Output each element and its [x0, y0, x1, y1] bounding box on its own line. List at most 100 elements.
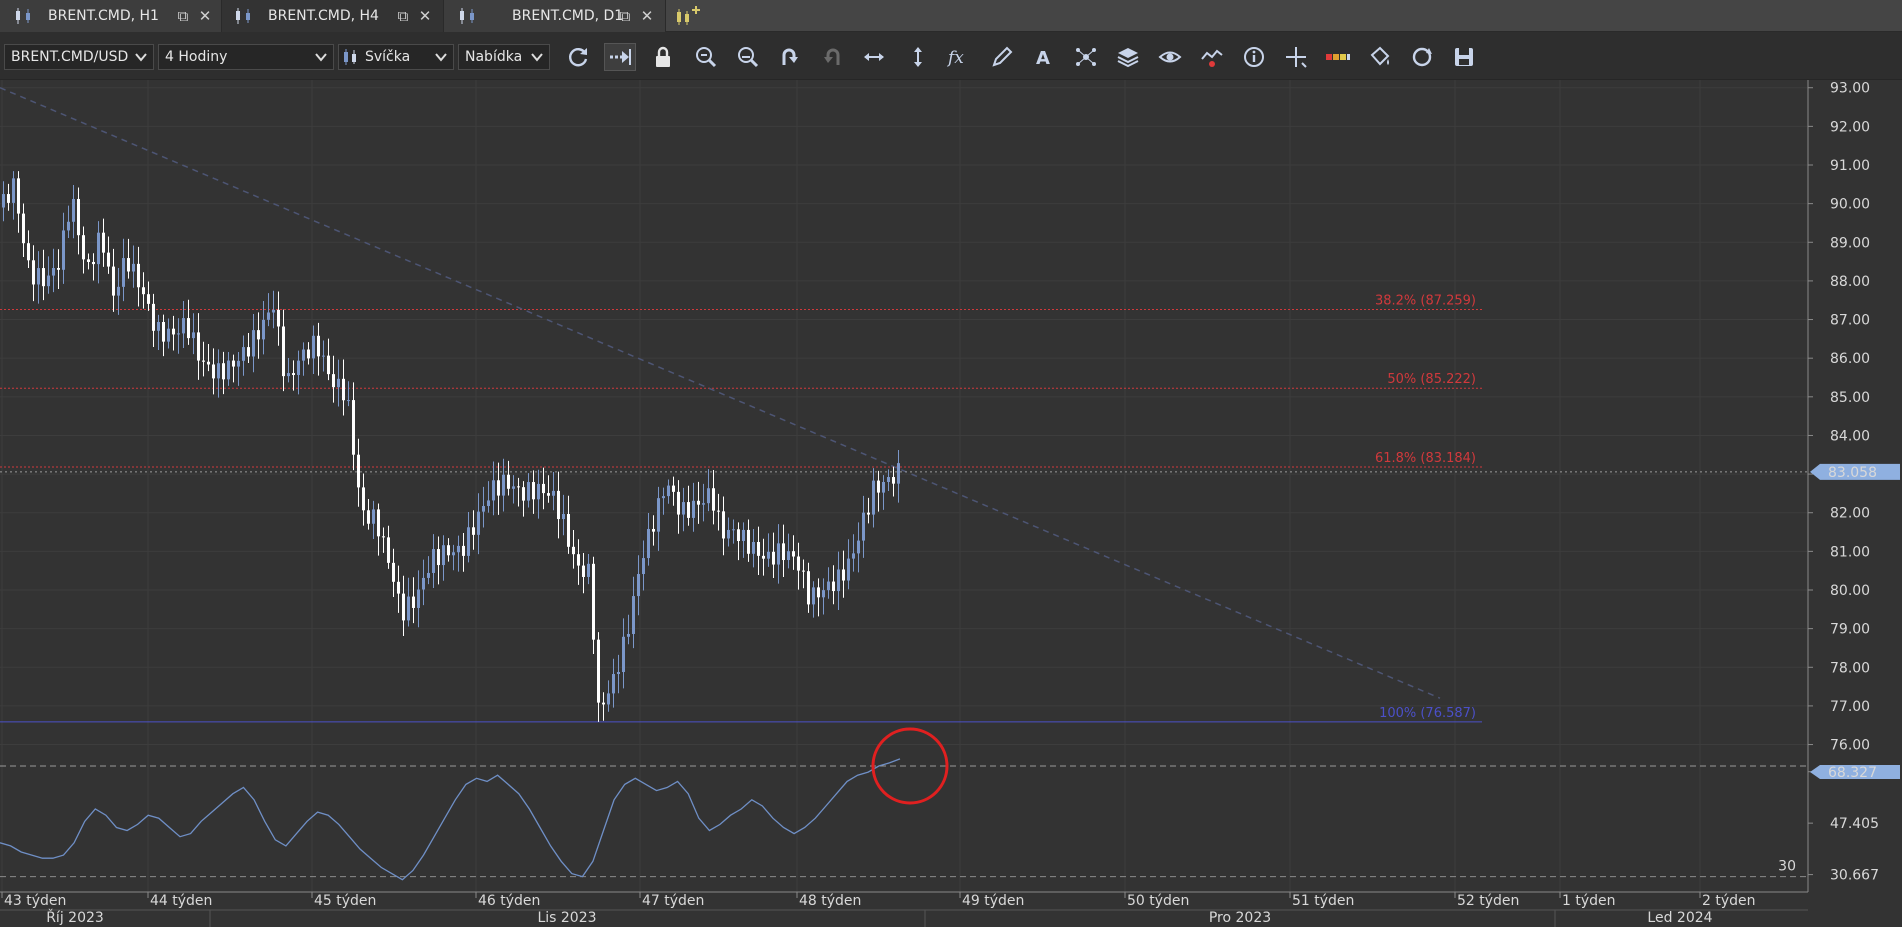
- month-label: Pro 2023: [1209, 910, 1271, 926]
- candle-down: [817, 587, 820, 598]
- close-icon[interactable]: ✕: [416, 7, 434, 25]
- candle-down: [547, 493, 550, 496]
- week-label: 44 týden: [150, 893, 212, 909]
- candle-up: [182, 318, 185, 334]
- candle-down: [412, 596, 415, 608]
- candlestick-icon: [458, 8, 480, 24]
- trend-line[interactable]: [0, 87, 1441, 699]
- close-icon[interactable]: ✕: [196, 7, 214, 25]
- candle-up: [587, 563, 590, 577]
- candle-down: [112, 266, 115, 296]
- candle-up: [457, 545, 460, 553]
- candle-down: [437, 549, 440, 566]
- price-tick-label: 81.00: [1830, 544, 1870, 560]
- candle-down: [387, 537, 390, 563]
- candle-down: [462, 545, 465, 556]
- oscillator-line: [0, 758, 901, 881]
- week-label: 43 týden: [4, 893, 66, 909]
- close-icon[interactable]: ✕: [638, 7, 656, 25]
- candle-down: [722, 511, 725, 539]
- candle-down: [377, 509, 380, 537]
- candle-down: [697, 500, 700, 505]
- popout-icon[interactable]: ⧉: [394, 7, 412, 25]
- pencil-icon[interactable]: [986, 43, 1018, 71]
- candle-up: [227, 360, 230, 380]
- zoom-out-icon[interactable]: [732, 43, 764, 71]
- candle-up: [637, 574, 640, 597]
- zoom-in-icon[interactable]: [690, 43, 722, 71]
- candle-up: [322, 355, 325, 357]
- color-theme-icon[interactable]: [1322, 43, 1354, 71]
- week-label: 49 týden: [962, 893, 1024, 909]
- template-icon[interactable]: [1406, 43, 1438, 71]
- candle-up: [467, 527, 470, 556]
- candle-down: [402, 593, 405, 621]
- price-axis[interactable]: 93.00 92.00 91.00 90.00 89.00 88.00 87.00 86.00…: [1807, 80, 1902, 892]
- pattern-tool-icon[interactable]: [1070, 43, 1102, 71]
- info-icon[interactable]: [1238, 43, 1270, 71]
- eye-icon[interactable]: [1154, 43, 1186, 71]
- candle-down: [282, 326, 285, 377]
- tab-brent-d1[interactable]: BRENT.CMD, D1 ⧉ ✕: [444, 0, 666, 32]
- refresh-icon[interactable]: [562, 43, 594, 71]
- price-tick-label: 86.00: [1830, 351, 1870, 367]
- chart-shift-icon[interactable]: [604, 43, 636, 71]
- candle-down: [532, 482, 535, 500]
- candle-up: [827, 581, 830, 591]
- svg-text:fx: fx: [946, 48, 964, 68]
- vertical-arrows-icon[interactable]: [902, 43, 934, 71]
- candle-down: [307, 349, 310, 359]
- candle-up: [682, 502, 685, 515]
- tab-label: BRENT.CMD, H4: [268, 8, 379, 24]
- redo-icon[interactable]: [816, 43, 848, 71]
- price-tick-label: 77.00: [1830, 699, 1870, 715]
- tab-brent-h4[interactable]: BRENT.CMD, H4 ⧉ ✕: [222, 0, 444, 32]
- price-side-select[interactable]: Nabídka: [458, 44, 550, 70]
- candle-down: [92, 261, 95, 265]
- candle-up: [657, 498, 660, 532]
- candle-down: [782, 543, 785, 561]
- candle-up: [752, 541, 755, 554]
- time-axis[interactable]: 43 týden 44 týden 45 týden 46 týden 47 týden…: [0, 891, 1902, 927]
- candle-up: [337, 378, 340, 388]
- crosshair-icon[interactable]: [1280, 43, 1312, 71]
- indicators-fx-icon[interactable]: fx: [944, 43, 976, 71]
- chart-type-select[interactable]: Svíčka: [338, 44, 454, 70]
- candle-down: [367, 510, 370, 524]
- candle-up: [787, 551, 790, 561]
- price-tick-label: 76.00: [1830, 738, 1870, 754]
- instrument-select[interactable]: BRENT.CMD/USD: [4, 44, 154, 70]
- candle-down: [867, 512, 870, 515]
- candle-up: [407, 596, 410, 621]
- chart-toolbar: BRENT.CMD/USD 4 Hodiny Svíčka Nabídka fx…: [0, 32, 1902, 80]
- popout-icon[interactable]: ⧉: [616, 7, 634, 25]
- popout-icon[interactable]: ⧉: [174, 7, 192, 25]
- candle-down: [757, 541, 760, 556]
- candle-down: [677, 491, 680, 515]
- oscillator-panel: 30: [0, 758, 1808, 881]
- save-icon[interactable]: [1448, 43, 1480, 71]
- candle-down: [582, 565, 585, 577]
- chart-area[interactable]: 38.2% (87.259) 50% (85.222) 61.8% (83.184)…: [0, 80, 1902, 927]
- candle-down: [102, 232, 105, 253]
- tab-label: BRENT.CMD, H1: [48, 8, 159, 24]
- horizontal-arrows-icon[interactable]: [858, 43, 890, 71]
- layers-icon[interactable]: [1112, 43, 1144, 71]
- tab-brent-h1[interactable]: BRENT.CMD, H1 ⧉ ✕: [0, 0, 222, 32]
- paint-bucket-icon[interactable]: [1364, 43, 1396, 71]
- fib-level-label: 100% (76.587): [1379, 706, 1476, 721]
- candle-down: [7, 194, 10, 203]
- candle-up: [452, 552, 455, 556]
- undo-icon[interactable]: [774, 43, 806, 71]
- period-select[interactable]: 4 Hodiny: [158, 44, 334, 70]
- candle-down: [652, 528, 655, 532]
- text-tool-icon[interactable]: A: [1028, 43, 1060, 71]
- candle-up: [132, 263, 135, 272]
- lock-icon[interactable]: [647, 43, 679, 71]
- price-tick-label: 78.00: [1830, 660, 1870, 676]
- candle-up: [347, 400, 350, 402]
- candle-down: [517, 486, 520, 488]
- signal-chart-icon[interactable]: [1196, 43, 1228, 71]
- add-chart-icon[interactable]: [674, 4, 700, 28]
- price-tick-label: 92.00: [1830, 119, 1870, 135]
